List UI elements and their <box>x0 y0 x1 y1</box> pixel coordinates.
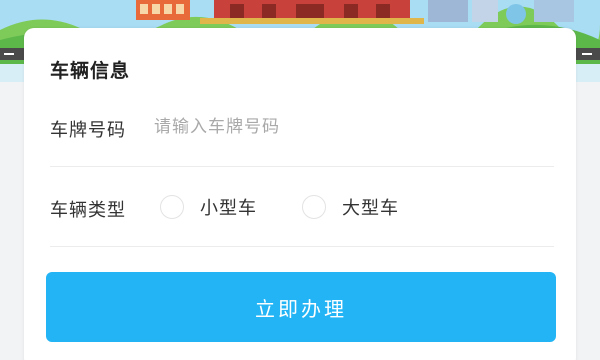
radio-option-large-car[interactable]: 大型车 <box>302 192 399 222</box>
radio-label-large-car: 大型车 <box>342 198 399 219</box>
submit-button[interactable]: 立即办理 <box>46 272 556 342</box>
radio-label-small-car: 小型车 <box>200 198 257 219</box>
page: 车辆信息 车牌号码 车辆类型 小型车 大型车 立即办理 <box>0 0 600 360</box>
divider <box>50 246 554 247</box>
submit-button-label: 立即办理 <box>255 296 347 321</box>
section-title: 车辆信息 <box>50 60 131 82</box>
radio-option-small-car[interactable]: 小型车 <box>160 192 257 222</box>
plate-number-input[interactable] <box>154 110 534 144</box>
vehicle-type-label: 车辆类型 <box>50 200 126 221</box>
divider <box>50 166 554 167</box>
radio-circle-icon[interactable] <box>160 195 184 219</box>
radio-circle-icon[interactable] <box>302 195 326 219</box>
plate-number-label: 车牌号码 <box>50 120 126 141</box>
vehicle-info-card: 车辆信息 车牌号码 车辆类型 小型车 大型车 立即办理 <box>24 28 576 360</box>
